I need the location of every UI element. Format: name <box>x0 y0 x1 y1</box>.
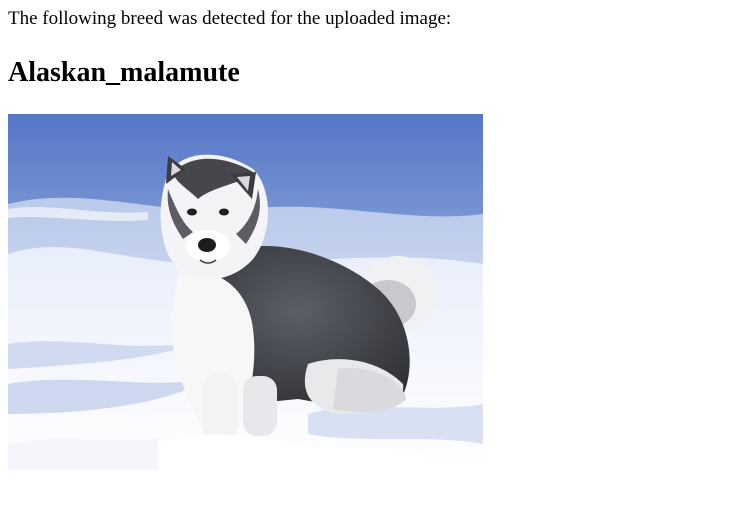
detected-breed-heading: Alaskan_malamute <box>8 57 240 88</box>
detection-intro-text: The following breed was detected for the… <box>8 8 452 29</box>
dog-eye-left <box>187 208 197 216</box>
result-page: The following breed was detected for the… <box>0 0 734 529</box>
dog-front-leg-right <box>243 376 277 436</box>
dog-front-leg-left <box>203 374 237 444</box>
dog-nose <box>198 238 216 252</box>
dog-photo-svg <box>8 114 483 470</box>
uploaded-dog-image <box>8 114 483 470</box>
dog-eye-right <box>219 208 229 216</box>
